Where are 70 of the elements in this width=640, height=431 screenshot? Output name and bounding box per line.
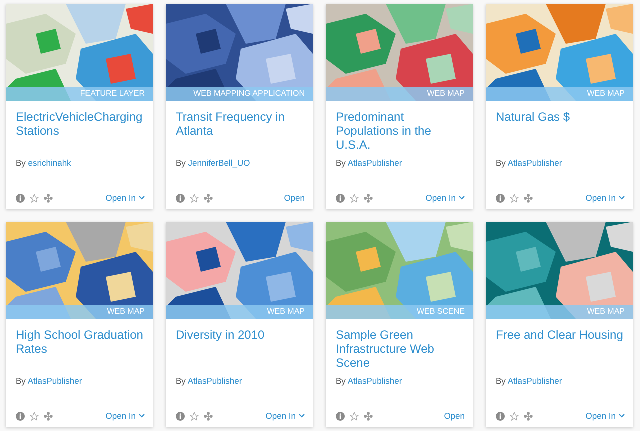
by-label: By <box>16 158 26 168</box>
star-icon[interactable] <box>190 194 199 202</box>
author-link[interactable]: esrichinahk <box>28 158 72 168</box>
author-link[interactable]: AtlasPublisher <box>348 376 402 386</box>
share-icon[interactable] <box>364 194 373 202</box>
open-in-menu[interactable]: Open In <box>586 411 625 421</box>
item-type-label: WEB MAPPING APPLICATION <box>166 87 313 101</box>
author-link[interactable]: AtlasPublisher <box>508 376 562 386</box>
item-title[interactable]: Predominant Populations in the U.S.A. <box>336 110 465 154</box>
item-type-label: WEB MAP <box>486 305 633 319</box>
info-icon[interactable] <box>336 412 345 420</box>
info-icon[interactable] <box>496 412 505 420</box>
open-in-menu[interactable]: Open In <box>586 193 625 203</box>
star-icon[interactable] <box>350 194 359 202</box>
share-icon[interactable] <box>364 412 373 420</box>
caret-icon <box>619 196 625 200</box>
item-title[interactable]: High School Graduation Rates <box>16 328 145 372</box>
star-icon[interactable] <box>30 412 39 420</box>
item-title[interactable]: Sample Green Infrastructure Web Scene <box>336 328 465 372</box>
info-icon[interactable] <box>16 412 25 420</box>
info-icon[interactable] <box>176 194 185 202</box>
by-label: By <box>336 376 346 386</box>
star-icon[interactable] <box>190 412 199 420</box>
by-label: By <box>496 158 506 168</box>
star-icon[interactable] <box>30 194 39 202</box>
author-link[interactable]: AtlasPublisher <box>28 376 82 386</box>
star-icon[interactable] <box>350 412 359 420</box>
star-icon[interactable] <box>510 412 519 420</box>
item-type-label: FEATURE LAYER <box>6 87 153 101</box>
info-icon[interactable] <box>176 412 185 420</box>
by-label: By <box>176 376 186 386</box>
info-icon[interactable] <box>336 194 345 202</box>
caret-icon <box>619 414 625 418</box>
author-link[interactable]: AtlasPublisher <box>508 158 562 168</box>
caret-icon <box>459 196 465 200</box>
caret-icon <box>299 414 305 418</box>
caret-icon <box>139 414 145 418</box>
author-link[interactable]: AtlasPublisher <box>188 376 242 386</box>
by-label: By <box>496 376 506 386</box>
open-in-menu[interactable]: Open In <box>106 411 145 421</box>
item-title[interactable]: Transit Frequency in Atlanta <box>176 110 305 154</box>
share-icon[interactable] <box>204 412 213 420</box>
by-label: By <box>16 376 26 386</box>
info-icon[interactable] <box>16 194 25 202</box>
share-icon[interactable] <box>524 412 533 420</box>
share-icon[interactable] <box>44 412 53 420</box>
star-icon[interactable] <box>510 194 519 202</box>
item-type-label: WEB SCENE <box>326 305 473 319</box>
by-label: By <box>176 158 186 168</box>
item-title[interactable]: Diversity in 2010 <box>176 328 305 372</box>
share-icon[interactable] <box>44 194 53 202</box>
open-link[interactable]: Open <box>284 193 305 203</box>
open-in-menu[interactable]: Open In <box>426 193 465 203</box>
item-title[interactable]: Free and Clear Housing <box>496 328 625 372</box>
item-title[interactable]: ElectricVehicleChargingStations <box>16 110 145 154</box>
open-link[interactable]: Open <box>444 411 465 421</box>
caret-icon <box>139 196 145 200</box>
author-link[interactable]: AtlasPublisher <box>348 158 402 168</box>
share-icon[interactable] <box>524 194 533 202</box>
open-in-menu[interactable]: Open In <box>266 411 305 421</box>
item-type-label: WEB MAP <box>166 305 313 319</box>
by-label: By <box>336 158 346 168</box>
author-link[interactable]: JenniferBell_UO <box>188 158 250 168</box>
item-type-label: WEB MAP <box>6 305 153 319</box>
open-in-menu[interactable]: Open In <box>106 193 145 203</box>
share-icon[interactable] <box>204 194 213 202</box>
item-type-label: WEB MAP <box>486 87 633 101</box>
info-icon[interactable] <box>496 194 505 202</box>
item-title[interactable]: Natural Gas $ <box>496 110 625 154</box>
item-type-label: WEB MAP <box>326 87 473 101</box>
